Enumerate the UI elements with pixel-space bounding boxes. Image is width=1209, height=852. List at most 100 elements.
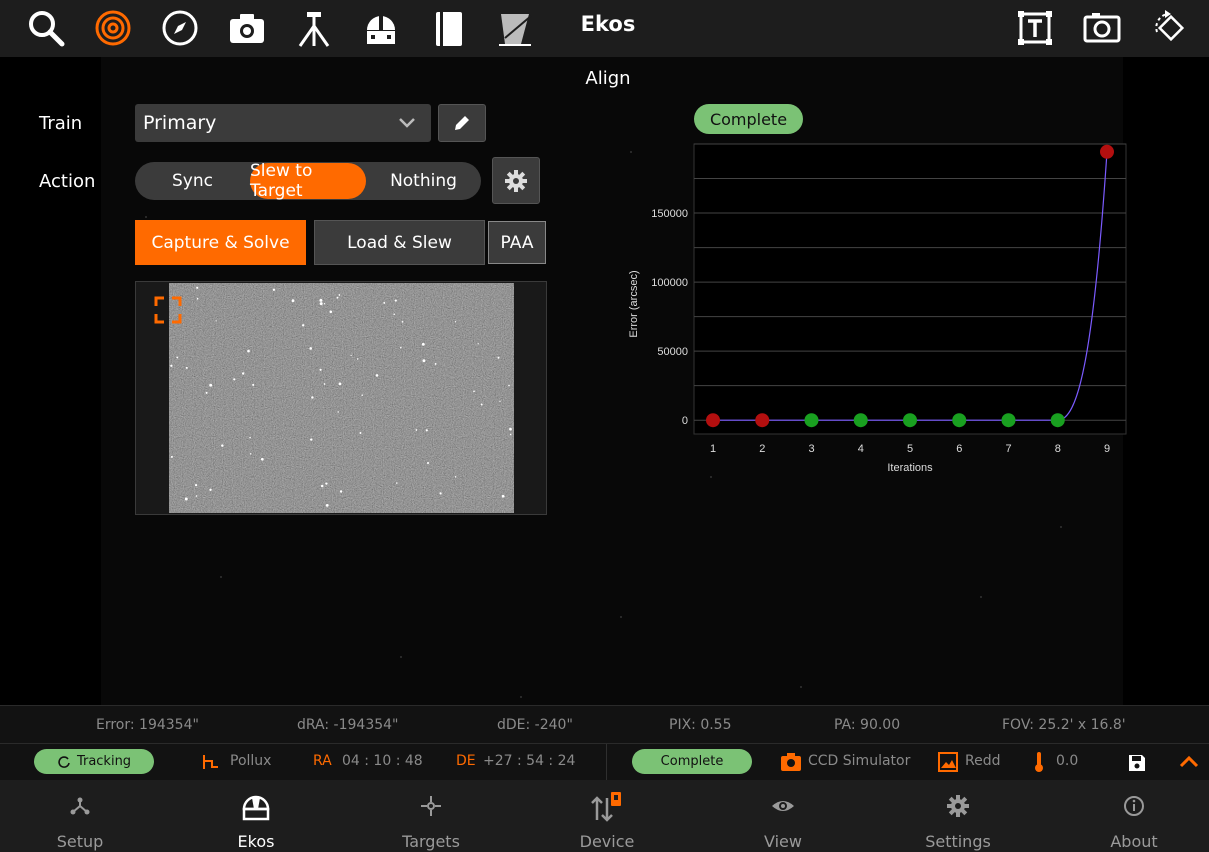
y-axis-label: Error (arcsec) <box>628 270 640 337</box>
pa-readout: PA: 90.00 <box>834 717 901 733</box>
nav-setup-label: Setup <box>56 832 104 851</box>
compass-icon[interactable] <box>158 6 202 50</box>
top-toolbar: Ekos <box>0 0 1209 57</box>
action-sync[interactable]: Sync <box>135 163 250 199</box>
nav-ekos-label: Ekos <box>237 832 275 851</box>
de-value: +27 : 54 : 24 <box>483 753 576 769</box>
x-tick-label: 3 <box>808 443 814 455</box>
train-value: Primary <box>143 112 217 134</box>
target-icon[interactable] <box>91 6 135 50</box>
edit-train-button[interactable] <box>438 104 486 142</box>
action-slew-to-target[interactable]: Slew to Target <box>250 161 366 201</box>
nav-device-label: Device <box>579 832 635 851</box>
nav-about-label: About <box>1110 832 1158 851</box>
filter-name: Redd <box>965 753 1001 769</box>
nav-view-label: View <box>764 832 802 851</box>
status-badge: Complete <box>694 104 803 134</box>
error-readout: Error: 194354" <box>96 717 199 733</box>
solution-status-bar: Error: 194354" dRA: -194354" dDE: -240" … <box>0 705 1209 744</box>
save-icon[interactable] <box>1127 753 1147 773</box>
align-state-badge: Complete <box>632 749 752 774</box>
data-point[interactable] <box>1001 413 1016 428</box>
rotate-icon[interactable] <box>1147 6 1191 50</box>
app-title: Ekos <box>580 12 636 36</box>
nav-device[interactable]: Device <box>547 780 667 852</box>
snapshot-icon[interactable] <box>1080 6 1124 50</box>
fov-readout: FOV: 25.2' x 16.8' <box>1002 717 1126 733</box>
data-point[interactable] <box>853 413 868 428</box>
target-name: Pollux <box>230 753 272 769</box>
ra-label: RA <box>313 753 332 769</box>
refresh-icon <box>58 755 70 768</box>
camera-status-icon <box>781 753 801 771</box>
chevron-up-icon[interactable] <box>1178 754 1200 770</box>
data-point[interactable] <box>903 413 917 428</box>
align-settings-button[interactable] <box>492 157 540 204</box>
text-frame-icon[interactable] <box>1013 6 1057 50</box>
x-tick-label: 1 <box>710 443 716 455</box>
x-tick-label: 6 <box>956 443 962 455</box>
data-point[interactable] <box>1050 413 1065 428</box>
nav-setup[interactable]: Setup <box>20 780 140 852</box>
info-icon <box>1124 796 1144 816</box>
filter-status-icon <box>938 752 958 772</box>
tracking-label: Tracking <box>76 754 132 769</box>
action-segmented-control: Sync Slew to Target Nothing <box>135 161 481 201</box>
mount-icon <box>203 755 218 769</box>
pencil-icon <box>455 116 469 130</box>
thermometer-icon <box>1035 752 1043 772</box>
y-tick-label: 100000 <box>651 277 688 289</box>
gear-icon <box>947 795 969 817</box>
nav-settings[interactable]: Settings <box>898 780 1018 852</box>
fullscreen-icon[interactable] <box>154 296 182 328</box>
data-point[interactable] <box>755 413 770 428</box>
module-title: Align <box>585 68 631 89</box>
dra-readout: dRA: -194354" <box>297 717 399 733</box>
nav-settings-label: Settings <box>925 832 991 851</box>
data-point[interactable] <box>706 413 720 428</box>
plot-area <box>693 143 1127 435</box>
filter-icon[interactable] <box>493 6 537 50</box>
eye-icon <box>772 801 794 811</box>
temperature-value: 0.0 <box>1056 753 1079 769</box>
x-tick-label: 4 <box>858 443 864 455</box>
data-point[interactable] <box>952 413 967 428</box>
data-point[interactable] <box>804 413 819 428</box>
paa-button[interactable]: PAA <box>488 221 546 264</box>
device-transfer-icon <box>591 792 621 822</box>
network-icon <box>70 797 90 815</box>
crosshair-icon <box>421 796 441 816</box>
capture-solve-button[interactable]: Capture & Solve <box>135 220 306 265</box>
observatory-icon[interactable] <box>359 6 403 50</box>
nav-targets[interactable]: Targets <box>371 780 491 852</box>
x-tick-label: 5 <box>907 443 913 455</box>
x-tick-label: 7 <box>1005 443 1011 455</box>
camera-icon[interactable] <box>225 6 269 50</box>
train-dropdown[interactable]: Primary <box>135 104 431 142</box>
x-axis-label: Iterations <box>887 462 933 474</box>
train-label: Train <box>39 113 83 134</box>
x-tick-label: 8 <box>1055 443 1061 455</box>
gear-icon <box>505 169 527 192</box>
x-tick-label: 2 <box>759 443 765 455</box>
nav-ekos[interactable]: Ekos <box>196 780 316 852</box>
tripod-icon[interactable] <box>292 6 336 50</box>
y-tick-label: 0 <box>682 415 688 427</box>
dome-icon <box>242 795 270 821</box>
data-point[interactable] <box>1100 144 1114 159</box>
y-tick-label: 150000 <box>651 208 688 220</box>
nav-about[interactable]: About <box>1074 780 1194 852</box>
x-tick-label: 9 <box>1104 443 1110 455</box>
tracking-badge[interactable]: Tracking <box>34 749 154 774</box>
notebook-icon[interactable] <box>426 6 470 50</box>
nav-targets-label: Targets <box>402 832 460 851</box>
divider <box>606 744 607 781</box>
chevron-down-icon <box>397 114 417 137</box>
action-nothing[interactable]: Nothing <box>366 163 481 199</box>
ra-value: 04 : 10 : 48 <box>342 753 423 769</box>
load-slew-button[interactable]: Load & Slew <box>314 220 485 265</box>
nav-view[interactable]: View <box>723 780 843 852</box>
pix-readout: PIX: 0.55 <box>669 717 732 733</box>
search-icon[interactable] <box>24 6 68 50</box>
dde-readout: dDE: -240" <box>497 717 573 733</box>
